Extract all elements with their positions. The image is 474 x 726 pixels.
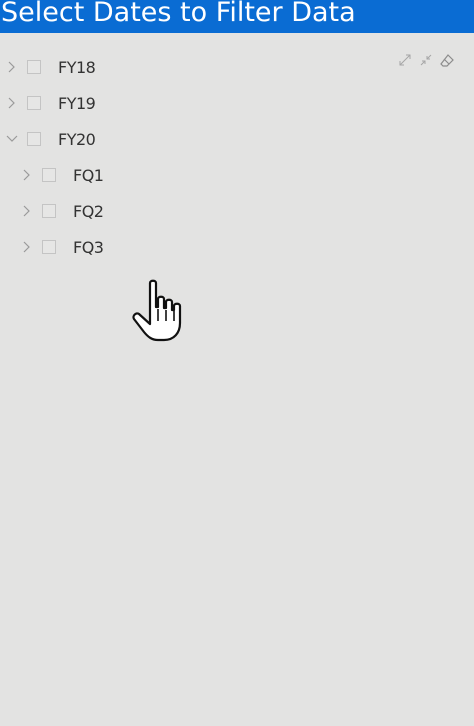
- chevron-right-icon[interactable]: [6, 61, 18, 73]
- node-label[interactable]: FY18: [58, 58, 96, 77]
- date-slicer-panel: Select Dates to Filter Data FY18 FY19 FY…: [0, 0, 474, 726]
- tree-node-fy20[interactable]: FY20: [6, 127, 96, 151]
- chevron-down-icon[interactable]: [6, 133, 18, 145]
- tree-node-fq1[interactable]: FQ1: [21, 163, 104, 187]
- node-label[interactable]: FQ1: [73, 166, 104, 185]
- tree-node-fq3[interactable]: FQ3: [21, 235, 104, 259]
- chevron-right-icon[interactable]: [6, 97, 18, 109]
- slicer-title: Select Dates to Filter Data: [1, 0, 356, 28]
- tree-node-fy18[interactable]: FY18: [6, 55, 96, 79]
- expand-icon[interactable]: [398, 53, 412, 67]
- hand-pointer-cursor-icon: [132, 279, 182, 342]
- chevron-right-icon[interactable]: [21, 241, 33, 253]
- node-checkbox[interactable]: [42, 240, 56, 254]
- tree-node-fq2[interactable]: FQ2: [21, 199, 104, 223]
- node-checkbox[interactable]: [42, 168, 56, 182]
- node-label[interactable]: FY19: [58, 94, 96, 113]
- node-label[interactable]: FY20: [58, 130, 96, 149]
- node-checkbox[interactable]: [42, 204, 56, 218]
- chevron-right-icon[interactable]: [21, 169, 33, 181]
- chevron-right-icon[interactable]: [21, 205, 33, 217]
- node-checkbox[interactable]: [27, 96, 41, 110]
- collapse-icon[interactable]: [419, 53, 433, 67]
- node-checkbox[interactable]: [27, 132, 41, 146]
- eraser-icon[interactable]: [440, 53, 454, 67]
- slicer-header: Select Dates to Filter Data: [0, 0, 474, 33]
- tree-node-fy19[interactable]: FY19: [6, 91, 96, 115]
- node-checkbox[interactable]: [27, 60, 41, 74]
- slicer-toolbar: [398, 53, 454, 67]
- node-label[interactable]: FQ2: [73, 202, 104, 221]
- node-label[interactable]: FQ3: [73, 238, 104, 257]
